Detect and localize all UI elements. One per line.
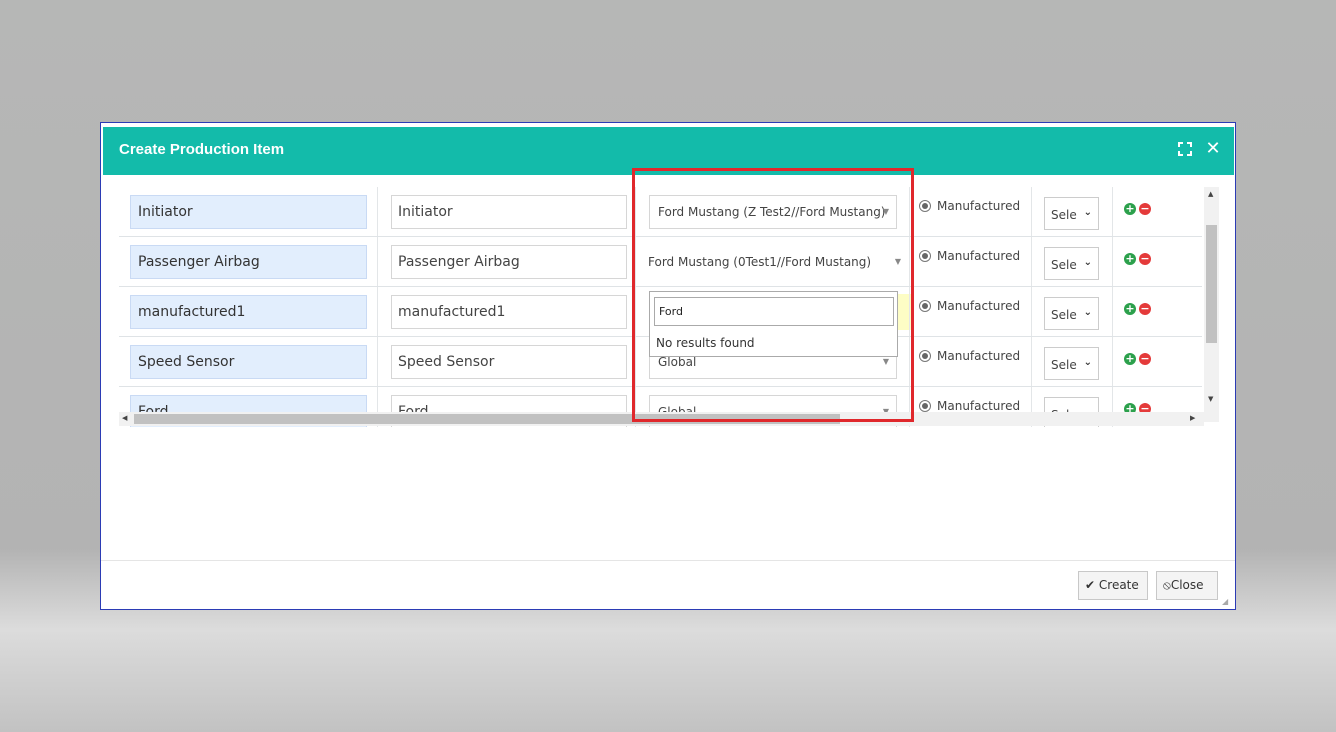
chevron-down-icon: ⌄ (1083, 307, 1092, 318)
scrollbar-thumb[interactable] (1206, 225, 1217, 343)
item-description-input[interactable]: manufactured1 (391, 295, 627, 329)
radio-label: Manufactured (937, 249, 1021, 263)
manufactured-radio[interactable]: Manufactured (919, 349, 1020, 363)
scroll-right-icon[interactable]: ▶ (1190, 414, 1195, 422)
close-label: Close (1170, 578, 1204, 592)
chevron-down-icon: ⌄ (1083, 207, 1092, 218)
manufactured-radio[interactable]: Manufactured (919, 399, 1020, 413)
add-row-icon[interactable]: + (1124, 303, 1136, 315)
item-description-input[interactable]: Passenger Airbag (391, 245, 627, 279)
item-name-input[interactable]: Speed Sensor (130, 345, 367, 379)
radio-icon (919, 400, 931, 412)
select-value: Sele (1051, 358, 1077, 372)
select-dropdown[interactable]: Sele ⌄ (1044, 247, 1099, 280)
radio-label: Manufactured (937, 349, 1021, 363)
radio-label: Manufactured (937, 199, 1021, 213)
close-button[interactable]: ⦸Close (1156, 571, 1218, 600)
check-icon: ✔ (1085, 578, 1096, 592)
chevron-down-icon: ⌄ (1083, 257, 1092, 268)
expand-icon[interactable] (1178, 141, 1198, 163)
vertical-scrollbar[interactable]: ▲ ▼ (1204, 187, 1219, 422)
item-description-input[interactable]: Initiator (391, 195, 627, 229)
add-row-icon[interactable]: + (1124, 203, 1136, 215)
create-label: Create (1098, 578, 1139, 592)
modal-title: Create Production Item (119, 141, 285, 158)
select-dropdown[interactable]: Sele ⌄ (1044, 197, 1099, 230)
remove-row-icon[interactable]: − (1139, 353, 1151, 365)
select-dropdown[interactable]: Sele ⌄ (1044, 297, 1099, 330)
radio-icon (919, 350, 931, 362)
footer-divider (101, 560, 1235, 561)
add-row-icon[interactable]: + (1124, 253, 1136, 265)
item-description-input[interactable]: Speed Sensor (391, 345, 627, 379)
scroll-up-icon[interactable]: ▲ (1208, 190, 1213, 198)
scroll-left-icon[interactable]: ◀ (122, 414, 127, 422)
radio-label: Manufactured (937, 399, 1021, 413)
scroll-down-icon[interactable]: ▼ (1208, 395, 1213, 403)
item-name-input[interactable]: Initiator (130, 195, 367, 229)
manufactured-radio[interactable]: Manufactured (919, 249, 1020, 263)
remove-row-icon[interactable]: − (1139, 253, 1151, 265)
create-button[interactable]: ✔ Create (1078, 571, 1148, 600)
highlight-callout-box (632, 168, 914, 422)
radio-icon (919, 200, 931, 212)
radio-icon (919, 300, 931, 312)
remove-row-icon[interactable]: − (1139, 203, 1151, 215)
add-row-icon[interactable]: + (1124, 353, 1136, 365)
manufactured-radio[interactable]: Manufactured (919, 199, 1020, 213)
item-name-input[interactable]: manufactured1 (130, 295, 367, 329)
remove-row-icon[interactable]: − (1139, 303, 1151, 315)
chevron-down-icon: ⌄ (1083, 357, 1092, 368)
radio-icon (919, 250, 931, 262)
select-dropdown[interactable]: Sele ⌄ (1044, 347, 1099, 380)
ban-icon: ⦸ (1163, 578, 1171, 592)
resize-handle-icon[interactable]: ◢ (1222, 597, 1228, 606)
select-value: Sele (1051, 208, 1077, 222)
radio-label: Manufactured (937, 299, 1021, 313)
item-name-input[interactable]: Passenger Airbag (130, 245, 367, 279)
select-value: Sele (1051, 308, 1077, 322)
manufactured-radio[interactable]: Manufactured (919, 299, 1020, 313)
select-value: Sele (1051, 258, 1077, 272)
close-icon[interactable]: ✕ (1203, 138, 1223, 160)
